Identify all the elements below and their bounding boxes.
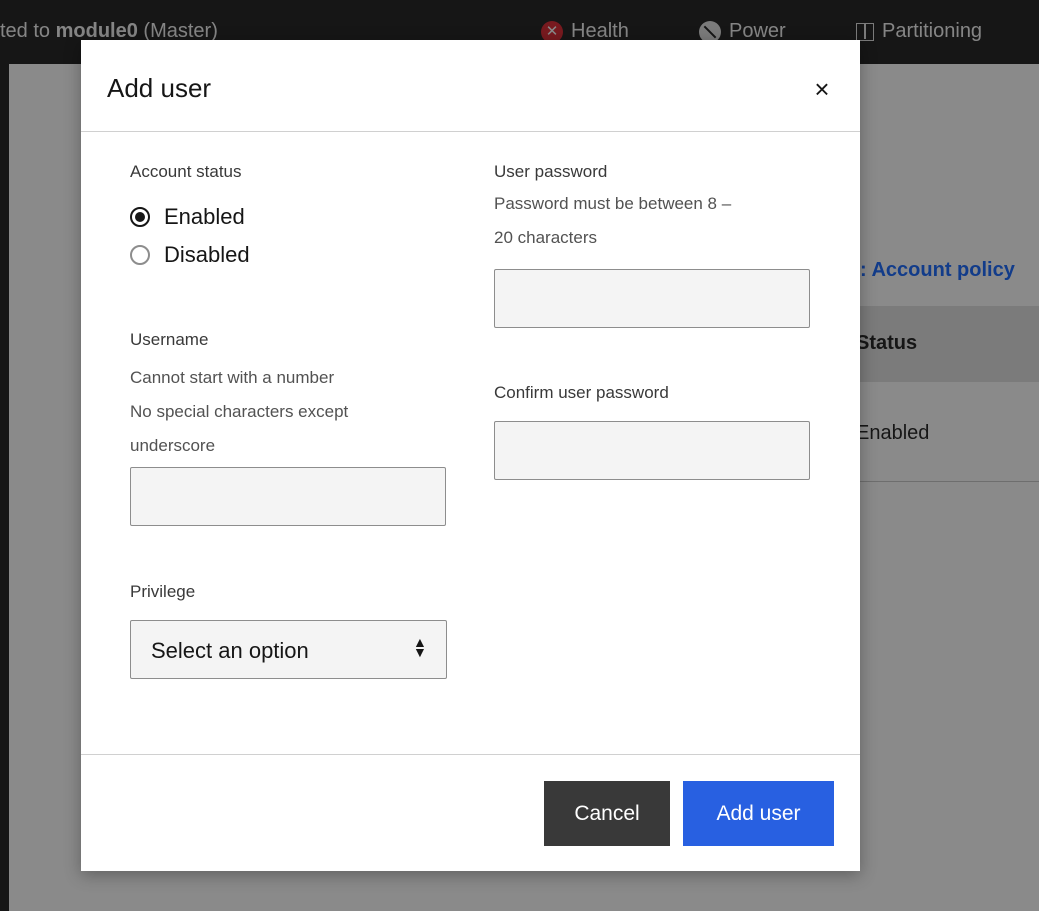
user-password-label: User password — [494, 162, 608, 181]
radio-disabled[interactable]: Disabled — [130, 242, 250, 268]
user-password-input[interactable] — [494, 269, 810, 328]
username-label: Username — [130, 330, 209, 349]
username-help-line: underscore — [130, 436, 216, 455]
modal-footer: Cancel Add user — [81, 754, 860, 871]
modal-header: Add user × — [81, 40, 860, 132]
radio-disabled-indicator[interactable] — [130, 245, 150, 265]
cancel-button[interactable]: Cancel — [544, 781, 670, 846]
password-help-line: Password must be between 8 – — [494, 194, 732, 213]
user-password-help: Password must be between 8 – 20 characte… — [494, 187, 731, 255]
radio-disabled-label: Disabled — [164, 242, 250, 267]
sort-caret-icon: ▲ ▼ — [413, 634, 427, 660]
add-user-modal: Add user × Account status Enabled Disabl… — [81, 40, 860, 871]
username-help-line: No special characters except — [130, 402, 349, 421]
confirm-password-input[interactable] — [494, 421, 810, 480]
radio-enabled[interactable]: Enabled — [130, 204, 245, 230]
username-help: Cannot start with a number No special ch… — [130, 361, 348, 463]
privilege-selected-value: Select an option — [151, 638, 309, 663]
privilege-select[interactable]: Select an option ▲ ▼ — [130, 620, 447, 679]
account-status-label: Account status — [130, 162, 242, 181]
confirm-password-label: Confirm user password — [494, 383, 669, 402]
radio-enabled-indicator[interactable] — [130, 207, 150, 227]
close-icon[interactable]: × — [805, 74, 839, 108]
username-input[interactable] — [130, 467, 446, 526]
password-help-line: 20 characters — [494, 228, 597, 247]
username-help-line: Cannot start with a number — [130, 368, 335, 387]
radio-enabled-label: Enabled — [164, 204, 245, 229]
add-user-button[interactable]: Add user — [683, 781, 834, 846]
modal-title: Add user — [107, 73, 212, 103]
privilege-label: Privilege — [130, 582, 196, 601]
